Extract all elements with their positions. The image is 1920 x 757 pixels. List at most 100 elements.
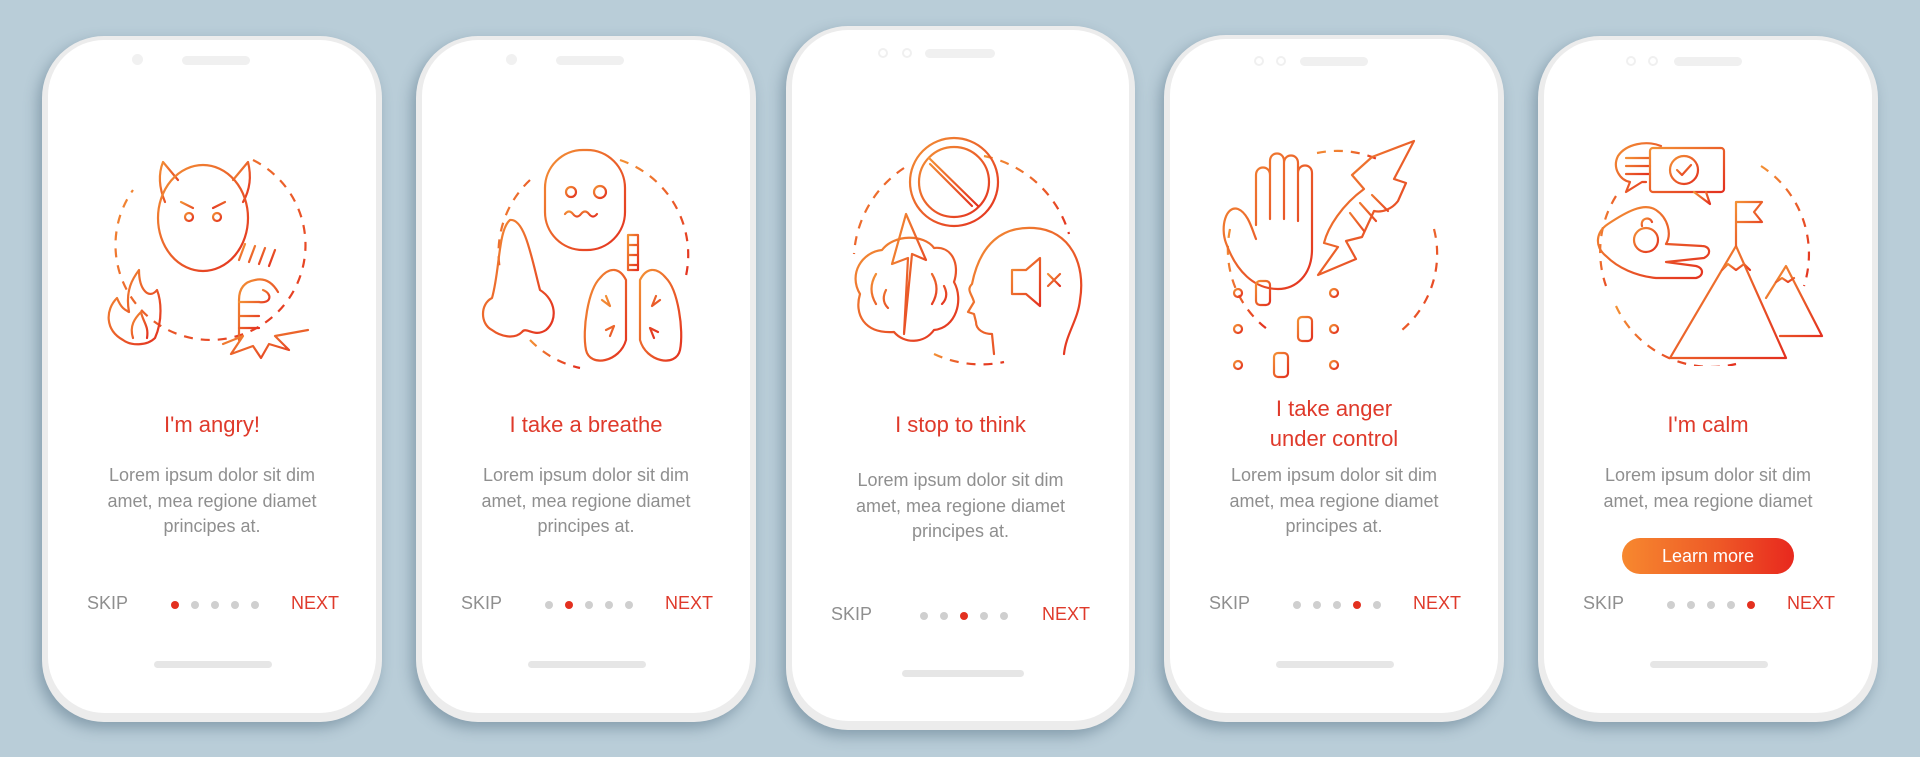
home-indicator bbox=[1650, 661, 1768, 668]
camera-dot bbox=[132, 54, 143, 65]
page-dot[interactable] bbox=[1313, 601, 1321, 609]
description-line: amet, mea regione diamet bbox=[107, 490, 317, 511]
camera-ring bbox=[902, 48, 912, 58]
page-dot[interactable] bbox=[545, 601, 553, 609]
page-dot[interactable] bbox=[231, 601, 239, 609]
onboarding-phone-4: I take anger under control Lorem ipsum d… bbox=[1164, 35, 1504, 722]
screen-description: Lorem ipsum dolor sit dim amet, mea regi… bbox=[78, 463, 346, 540]
screen-title: I'm calm bbox=[1667, 412, 1749, 437]
page-indicator bbox=[171, 601, 259, 609]
camera-ring bbox=[878, 48, 888, 58]
description-line: Lorem ipsum dolor sit dim bbox=[108, 465, 316, 485]
page-dot-active[interactable] bbox=[960, 612, 968, 620]
page-dot[interactable] bbox=[625, 601, 633, 609]
page-dot-active[interactable] bbox=[565, 601, 573, 609]
screen-title: I take a breathe bbox=[509, 412, 663, 437]
page-indicator bbox=[920, 612, 1008, 620]
page-dot-active[interactable] bbox=[171, 601, 179, 609]
nose-lungs-face-icon bbox=[481, 148, 690, 370]
page-indicator bbox=[1667, 601, 1755, 609]
onboarding-phone-2: I take a breathe Lorem ipsum dolor sit d… bbox=[416, 36, 756, 722]
next-button[interactable]: NEXT bbox=[1413, 593, 1461, 614]
onboarding-phone-3: I stop to think Lorem ipsum dolor sit di… bbox=[786, 26, 1135, 730]
page-dot[interactable] bbox=[251, 601, 259, 609]
next-button[interactable]: NEXT bbox=[665, 593, 713, 614]
speaker-slot bbox=[1674, 57, 1742, 66]
description-line: amet, mea regione diamet bbox=[1603, 490, 1813, 511]
chat-meditation-mountain-icon bbox=[1596, 142, 1824, 366]
page-dot[interactable] bbox=[605, 601, 613, 609]
skip-button[interactable]: SKIP bbox=[461, 593, 502, 614]
brain-stop-mute-head-icon bbox=[852, 136, 1083, 366]
description-line: Lorem ipsum dolor sit dim bbox=[857, 470, 1064, 490]
onboarding-phone-1: I'm angry! Lorem ipsum dolor sit dim ame… bbox=[42, 36, 382, 722]
page-dot-active[interactable] bbox=[1353, 601, 1361, 609]
speaker-slot bbox=[182, 56, 250, 65]
camera-ring bbox=[1626, 56, 1636, 66]
page-dot[interactable] bbox=[920, 612, 928, 620]
description-line: Lorem ipsum dolor sit dim bbox=[482, 465, 690, 485]
page-dot[interactable] bbox=[1687, 601, 1695, 609]
description-line: Lorem ipsum dolor sit dim bbox=[1604, 465, 1812, 485]
phone-screen: I'm angry! Lorem ipsum dolor sit dim ame… bbox=[48, 40, 376, 713]
screen-description: Lorem ipsum dolor sit dim amet, mea regi… bbox=[1200, 463, 1468, 540]
speaker-slot bbox=[925, 49, 995, 58]
next-button[interactable]: NEXT bbox=[1787, 593, 1835, 614]
page-dot[interactable] bbox=[191, 601, 199, 609]
phone-screen: I stop to think Lorem ipsum dolor sit di… bbox=[792, 30, 1129, 721]
description-line: principes at. bbox=[1285, 516, 1383, 536]
description-line: principes at. bbox=[911, 521, 1010, 541]
screen-description: Lorem ipsum dolor sit dim amet, mea regi… bbox=[822, 468, 1099, 545]
page-dot[interactable] bbox=[940, 612, 948, 620]
page-dot[interactable] bbox=[980, 612, 988, 620]
page-dot[interactable] bbox=[1373, 601, 1381, 609]
home-indicator bbox=[902, 670, 1024, 677]
description-line: principes at. bbox=[537, 516, 635, 536]
page-dot[interactable] bbox=[1293, 601, 1301, 609]
next-button[interactable]: NEXT bbox=[1042, 604, 1090, 625]
screen-description: Lorem ipsum dolor sit dim amet, mea regi… bbox=[1574, 463, 1842, 514]
angry-devil-fist-fire-icon bbox=[107, 159, 310, 360]
page-dot[interactable] bbox=[1000, 612, 1008, 620]
skip-button[interactable]: SKIP bbox=[1583, 593, 1624, 614]
learn-more-button[interactable]: Learn more bbox=[1622, 538, 1794, 574]
title-line: I take anger bbox=[1275, 396, 1393, 421]
description-line: amet, mea regione diamet bbox=[855, 495, 1066, 516]
phone-screen: I take anger under control Lorem ipsum d… bbox=[1170, 39, 1498, 713]
page-dot[interactable] bbox=[1727, 601, 1735, 609]
camera-ring bbox=[1254, 56, 1264, 66]
page-dot[interactable] bbox=[1333, 601, 1341, 609]
camera-ring bbox=[1648, 56, 1658, 66]
next-button[interactable]: NEXT bbox=[291, 593, 339, 614]
screen-description: Lorem ipsum dolor sit dim amet, mea regi… bbox=[452, 463, 720, 540]
screen-title: I take anger under control bbox=[1170, 394, 1498, 454]
page-dot-active[interactable] bbox=[1747, 601, 1755, 609]
description-line: amet, mea regione diamet bbox=[481, 490, 691, 511]
page-indicator bbox=[545, 601, 633, 609]
page-dot[interactable] bbox=[211, 601, 219, 609]
screen-title: I'm angry! bbox=[164, 412, 260, 437]
description-line: amet, mea regione diamet bbox=[1229, 490, 1439, 511]
page-dot[interactable] bbox=[1667, 601, 1675, 609]
title-line: under control bbox=[1269, 426, 1399, 451]
page-indicator bbox=[1293, 601, 1381, 609]
home-indicator bbox=[528, 661, 646, 668]
skip-button[interactable]: SKIP bbox=[87, 593, 128, 614]
screen-title: I stop to think bbox=[895, 412, 1026, 437]
speaker-slot bbox=[556, 56, 624, 65]
page-dot[interactable] bbox=[585, 601, 593, 609]
onboarding-phone-5: I'm calm Lorem ipsum dolor sit dim amet,… bbox=[1538, 36, 1878, 722]
skip-button[interactable]: SKIP bbox=[831, 604, 872, 625]
description-line: Lorem ipsum dolor sit dim bbox=[1230, 465, 1438, 485]
camera-ring bbox=[1276, 56, 1286, 66]
home-indicator bbox=[154, 661, 272, 668]
camera-dot bbox=[506, 54, 517, 65]
phone-screen: I take a breathe Lorem ipsum dolor sit d… bbox=[422, 40, 750, 713]
page-dot[interactable] bbox=[1707, 601, 1715, 609]
phone-screen: I'm calm Lorem ipsum dolor sit dim amet,… bbox=[1544, 40, 1872, 713]
skip-button[interactable]: SKIP bbox=[1209, 593, 1250, 614]
home-indicator bbox=[1276, 661, 1394, 668]
hand-fist-sliders-icon bbox=[1222, 139, 1439, 379]
description-line: principes at. bbox=[163, 516, 261, 536]
speaker-slot bbox=[1300, 57, 1368, 66]
